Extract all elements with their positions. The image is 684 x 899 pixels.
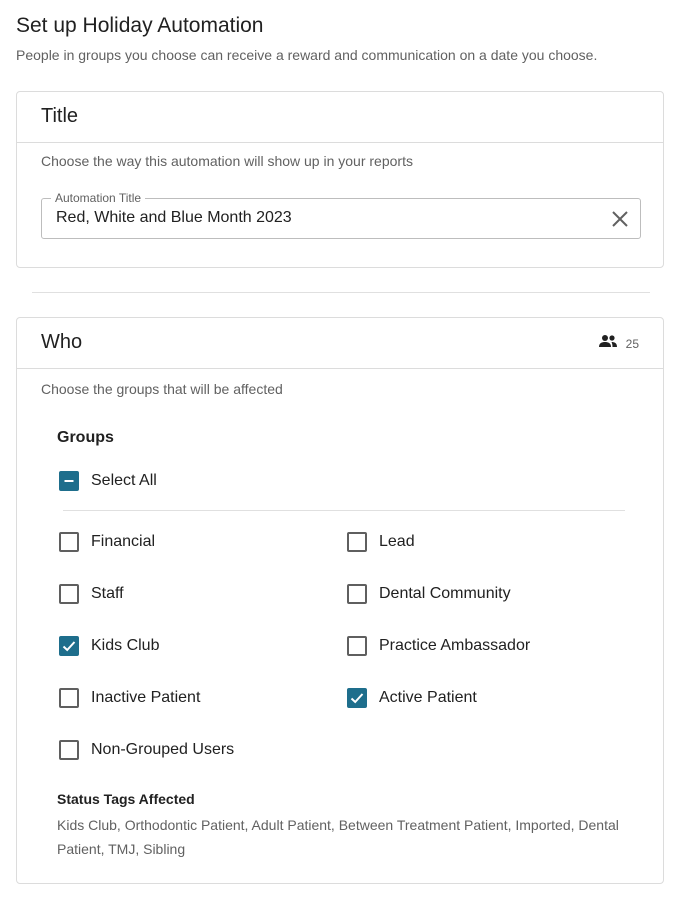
group-checkbox-inactive-patient[interactable]: Inactive Patient: [59, 688, 200, 708]
group-label: Non-Grouped Users: [91, 741, 235, 758]
who-card-header: Who 25: [17, 318, 663, 369]
section-divider: [32, 292, 650, 293]
group-checkbox-financial[interactable]: Financial: [59, 532, 155, 552]
title-card-header: Title: [17, 92, 663, 143]
group-checkbox-active-patient[interactable]: Active Patient: [347, 688, 477, 708]
group-label: Dental Community: [379, 585, 511, 602]
user-count: 25: [598, 334, 639, 353]
checkbox-box[interactable]: [59, 584, 79, 604]
group-label: Inactive Patient: [91, 689, 201, 706]
page-subtitle: People in groups you choose can receive …: [16, 47, 598, 63]
group-checkbox-lead[interactable]: Lead: [347, 532, 415, 552]
who-card: Who 25 Choose the groups that will be af…: [16, 317, 664, 884]
checkbox-box[interactable]: [59, 532, 79, 552]
status-tags-label: Status Tags Affected: [57, 791, 195, 807]
select-all-checkbox[interactable]: Select All: [59, 471, 157, 491]
group-label: Staff: [91, 585, 124, 602]
group-label: Lead: [379, 533, 415, 550]
checkbox-box[interactable]: [59, 740, 79, 760]
checkbox-box[interactable]: [347, 636, 367, 656]
people-icon: [598, 334, 618, 353]
group-checkbox-kids-club[interactable]: Kids Club: [59, 636, 159, 656]
groups-label: Groups: [57, 429, 114, 446]
group-checkbox-practice-ambassador[interactable]: Practice Ambassador: [347, 636, 530, 656]
group-label: Financial: [91, 533, 156, 550]
who-card-heading: Who: [41, 331, 83, 353]
checkbox-box[interactable]: [59, 471, 79, 491]
page-title: Set up Holiday Automation: [16, 14, 264, 37]
group-label: Kids Club: [91, 637, 160, 654]
group-checkbox-staff[interactable]: Staff: [59, 584, 124, 604]
checkbox-box[interactable]: [59, 636, 79, 656]
title-card-heading: Title: [41, 105, 79, 127]
checkbox-box[interactable]: [347, 584, 367, 604]
title-card: Title Choose the way this automation wil…: [16, 91, 664, 268]
user-count-value: 25: [625, 336, 639, 351]
automation-title-label: Automation Title: [51, 191, 146, 205]
checkbox-box[interactable]: [347, 688, 367, 708]
who-card-description: Choose the groups that will be affected: [41, 381, 283, 397]
close-icon[interactable]: [610, 209, 630, 229]
group-checkbox-non-grouped-users[interactable]: Non-Grouped Users: [59, 740, 234, 760]
automation-title-field[interactable]: Automation Title Red, White and Blue Mon…: [41, 191, 641, 239]
group-label: Practice Ambassador: [379, 637, 531, 654]
checkbox-box[interactable]: [59, 688, 79, 708]
checkbox-box[interactable]: [347, 532, 367, 552]
groups-divider: [63, 510, 625, 511]
select-all-label: Select All: [91, 472, 157, 489]
group-checkbox-dental-community[interactable]: Dental Community: [347, 584, 511, 604]
automation-title-value[interactable]: Red, White and Blue Month 2023: [56, 209, 292, 227]
status-tags-value: Kids Club, Orthodontic Patient, Adult Pa…: [57, 817, 619, 857]
group-label: Active Patient: [379, 689, 477, 706]
title-card-description: Choose the way this automation will show…: [41, 153, 413, 169]
